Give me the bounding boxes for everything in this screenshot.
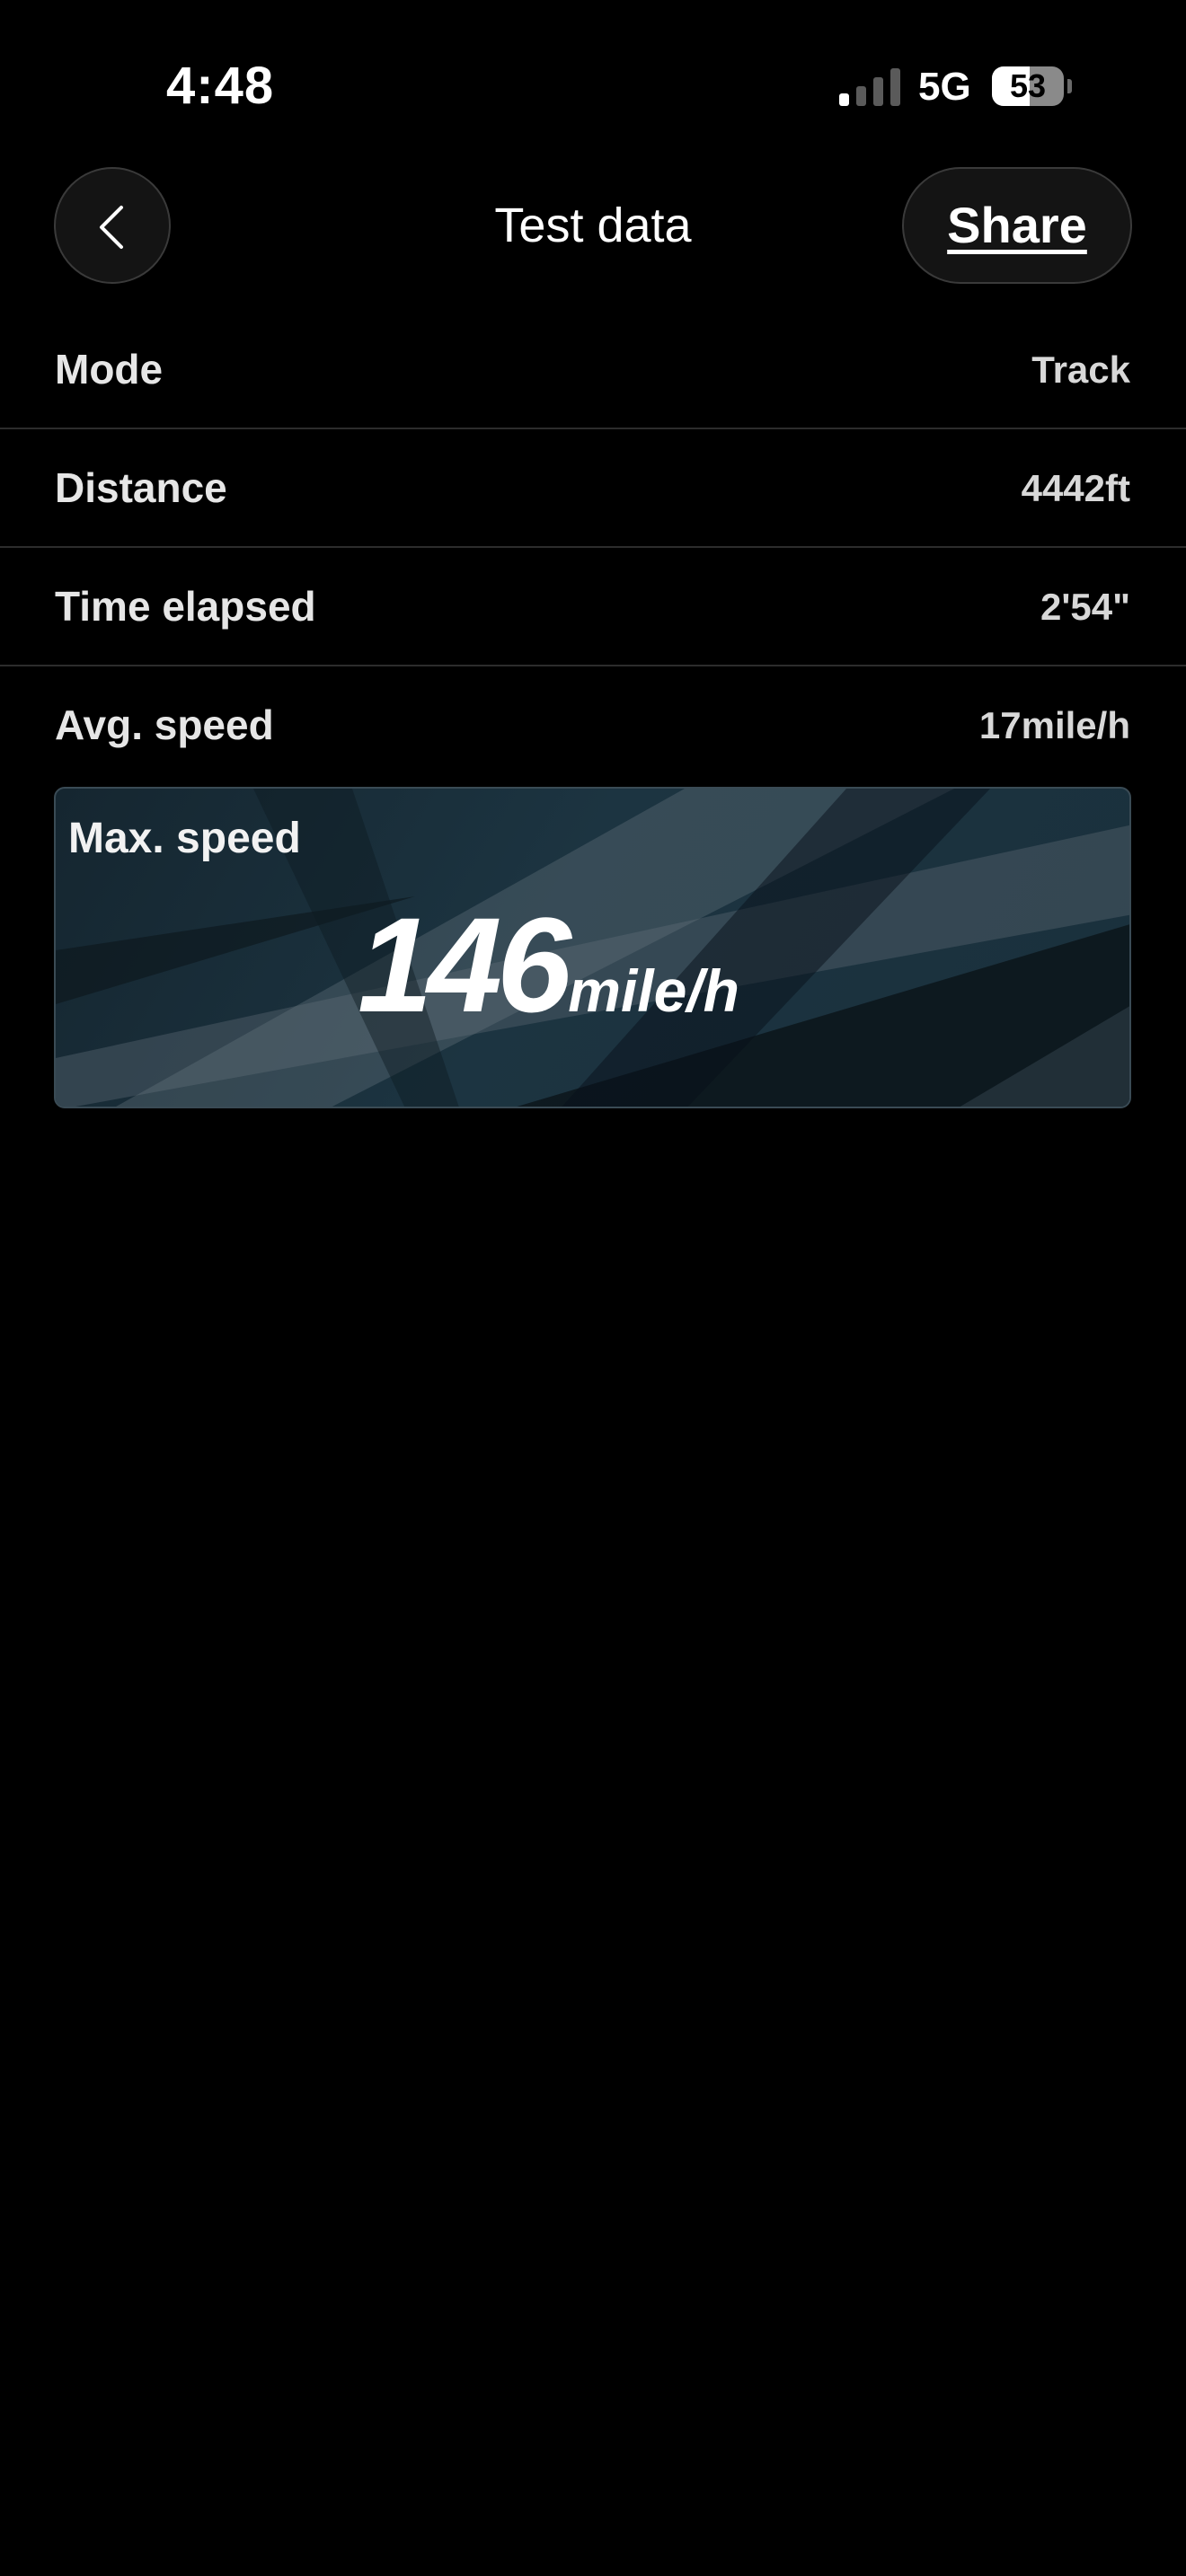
- row-value: 17mile/h: [978, 704, 1130, 746]
- row-value: Track: [1031, 348, 1130, 391]
- signal-bar: [856, 86, 866, 106]
- max-speed-unit: mile/h: [568, 957, 739, 1024]
- network-type: 5G: [918, 65, 971, 109]
- row-label: Mode: [55, 346, 164, 393]
- row-value: 4442ft: [1021, 467, 1130, 509]
- max-speed-card: Max. speed 146mile/h: [54, 787, 1131, 1108]
- signal-bar: [890, 68, 900, 106]
- share-button[interactable]: Share: [902, 167, 1132, 284]
- row-time-elapsed: Time elapsed 2'54": [0, 548, 1186, 666]
- test-data-list: Mode Track Distance 4442ft Time elapsed …: [0, 311, 1186, 785]
- max-speed-number: 146: [358, 889, 571, 1040]
- row-distance: Distance 4442ft: [0, 429, 1186, 548]
- row-mode: Mode Track: [0, 311, 1186, 429]
- row-avg-speed: Avg. speed 17mile/h: [0, 666, 1186, 785]
- status-time: 4:48: [166, 57, 275, 115]
- battery-level: 53: [1009, 67, 1047, 104]
- page-title: Test data: [494, 198, 692, 252]
- row-label: Distance: [55, 464, 227, 511]
- chevron-left-icon: [100, 206, 123, 249]
- max-speed-value: 146mile/h: [358, 887, 739, 1043]
- back-button[interactable]: [54, 167, 171, 284]
- cellular-signal-icon: [839, 66, 902, 106]
- row-value: 2'54": [1040, 586, 1130, 628]
- row-label: Time elapsed: [55, 583, 316, 630]
- battery-icon: 53: [992, 66, 1064, 106]
- signal-bar: [839, 93, 849, 106]
- status-bar: 4:48 5G 53: [0, 0, 1186, 171]
- max-speed-label: Max. speed: [68, 815, 301, 862]
- row-label: Avg. speed: [55, 701, 274, 748]
- battery-tip: [1067, 79, 1072, 93]
- signal-bar: [873, 77, 883, 106]
